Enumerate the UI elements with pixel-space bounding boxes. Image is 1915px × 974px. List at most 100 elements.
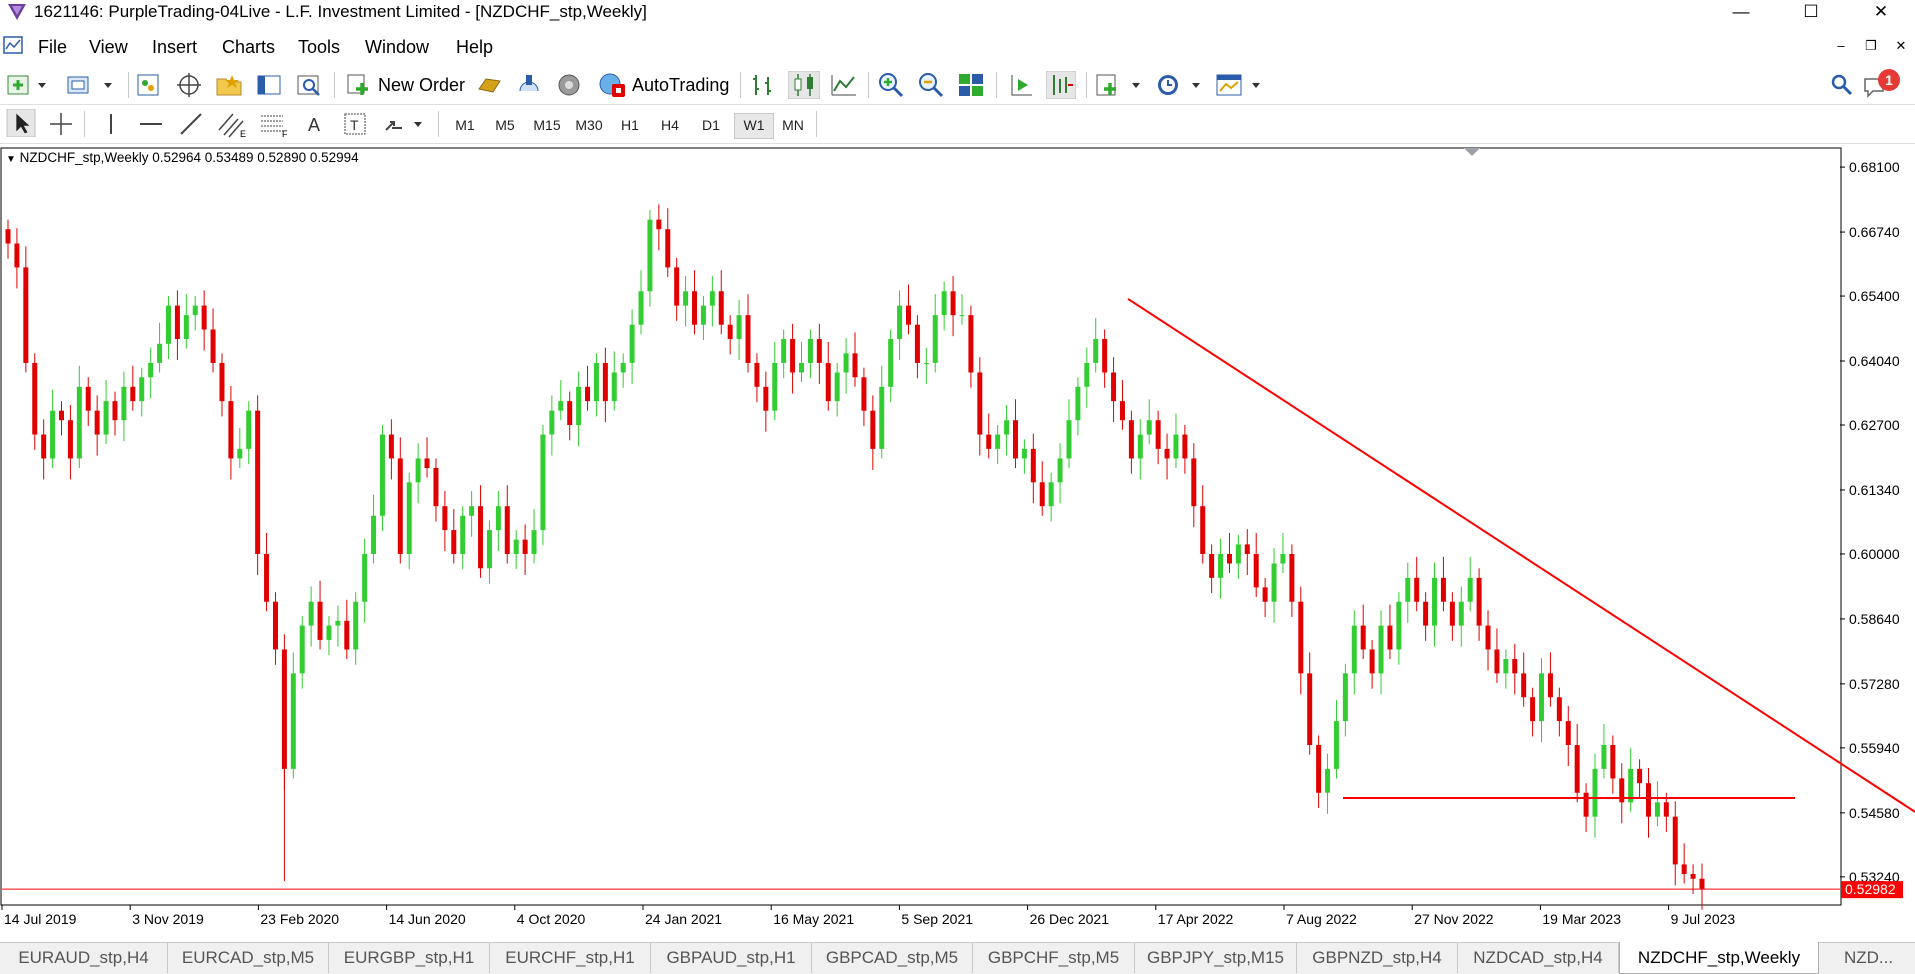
horizontal-line-icon[interactable] (136, 110, 166, 138)
candle-body (451, 530, 457, 554)
x-tick-label: 14 Jun 2020 (389, 911, 466, 927)
close-button[interactable]: ✕ (1858, 0, 1904, 24)
periods-clock-icon[interactable] (1154, 71, 1208, 99)
candle-body (433, 467, 439, 507)
text-tool-icon[interactable]: A (300, 110, 330, 138)
profiles-icon[interactable] (64, 71, 118, 99)
trendline-icon[interactable] (176, 110, 206, 138)
candle-body (709, 291, 715, 306)
crosshair-navigator-icon[interactable] (174, 71, 204, 99)
toolbar-separator (816, 111, 817, 137)
tab-gbpjpy-stp-m15[interactable]: GBPJPY_stp,M15 (1135, 943, 1297, 973)
price-chart[interactable]: 0.68100 0.66740 0.65400 0.64040 0.62700 0.613… (0, 146, 1915, 940)
candle-body (781, 339, 787, 363)
candle-body (950, 291, 956, 316)
timeframe-m30[interactable]: M30 (570, 113, 608, 137)
candle-body (986, 434, 992, 449)
new-order-button[interactable]: New Order (340, 69, 466, 101)
candle-body (549, 410, 555, 435)
zoom-in-icon[interactable] (876, 71, 906, 99)
vertical-line-icon[interactable] (96, 110, 126, 138)
bar-chart-icon[interactable] (748, 71, 780, 99)
chart-collapse-icon[interactable]: ▼ (6, 154, 16, 165)
tab-nzd[interactable]: NZD... (1819, 943, 1915, 973)
mdi-close-button[interactable]: ✕ (1890, 36, 1912, 56)
chart-window-icon[interactable] (3, 34, 23, 56)
candle-body (299, 625, 305, 674)
equidistant-channel-icon[interactable]: E (216, 110, 248, 138)
timeframe-h1[interactable]: H1 (611, 113, 649, 137)
favorites-folder-icon[interactable] (214, 71, 244, 99)
chart-shift-icon[interactable] (1006, 71, 1036, 99)
new-chart-icon[interactable] (6, 71, 50, 99)
search-icon[interactable] (1828, 71, 1856, 99)
y-tick-label: 0.62700 (1849, 417, 1900, 433)
timeframe-mn[interactable]: MN (774, 113, 812, 137)
tab-nzdchf-stp-weekly[interactable]: NZDCHF_stp,Weekly (1619, 942, 1819, 974)
notifications-button[interactable]: 1 (1862, 69, 1906, 101)
timeframe-m15[interactable]: M15 (528, 113, 566, 137)
candle-body (1200, 506, 1206, 554)
candle-body (1663, 802, 1669, 817)
arrows-icon[interactable] (380, 110, 428, 138)
fibonacci-icon[interactable]: F (258, 110, 290, 138)
mdi-minimize-button[interactable]: – (1830, 36, 1852, 56)
zoom-out-icon[interactable] (916, 71, 946, 99)
candle-body (14, 243, 20, 268)
signals-icon[interactable] (514, 71, 544, 99)
tab-euraud-stp-h4[interactable]: EURAUD_stp,H4 (0, 943, 168, 973)
tab-gbpaud-stp-h1[interactable]: GBPAUD_stp,H1 (651, 943, 812, 973)
candle-body (1485, 625, 1491, 650)
indicators-icon[interactable] (1094, 71, 1148, 99)
gold-bar-icon[interactable] (474, 71, 504, 99)
candle-body (790, 339, 796, 373)
autotrading-button[interactable]: AutoTrading (592, 69, 732, 101)
tab-nzdcad-stp-h4[interactable]: NZDCAD_stp,H4 (1458, 943, 1619, 973)
candle-body (112, 401, 118, 421)
market-watch-icon[interactable] (134, 71, 164, 99)
timeframe-m1[interactable]: M1 (446, 113, 484, 137)
menu-help[interactable]: Help (456, 36, 493, 58)
candle-body (888, 339, 894, 387)
timeframe-m5[interactable]: M5 (486, 113, 524, 137)
cursor-icon[interactable] (6, 109, 36, 137)
tab-eurchf-stp-h1[interactable]: EURCHF_stp,H1 (490, 943, 651, 973)
menu-charts[interactable]: Charts (222, 36, 275, 58)
auto-scroll-icon[interactable] (1046, 71, 1076, 99)
market-icon[interactable] (554, 71, 584, 99)
timeframe-w1[interactable]: W1 (734, 113, 774, 139)
candle-body (148, 362, 154, 378)
terminal-icon[interactable] (254, 71, 284, 99)
crosshair-icon[interactable] (46, 110, 76, 138)
candle-body (1119, 401, 1125, 421)
tab-eurgbp-stp-h1[interactable]: EURGBP_stp,H1 (329, 943, 490, 973)
candle-body (522, 539, 528, 554)
strategy-tester-icon[interactable] (294, 71, 324, 99)
text-label-icon[interactable]: T (340, 110, 370, 138)
minimize-button[interactable]: — (1718, 0, 1764, 24)
timeframe-d1[interactable]: D1 (692, 113, 730, 137)
menu-view[interactable]: View (89, 36, 128, 58)
line-chart-icon[interactable] (828, 71, 860, 99)
menu-insert[interactable]: Insert (152, 36, 197, 58)
maximize-button[interactable]: ☐ (1788, 0, 1834, 24)
chart-window[interactable]: 0.68100 0.66740 0.65400 0.64040 0.62700 0.613… (0, 146, 1915, 940)
candle-body (513, 539, 519, 554)
candle-body (442, 506, 448, 531)
tab-gbpchf-stp-m5[interactable]: GBPCHF_stp,M5 (973, 943, 1135, 973)
mdi-restore-button[interactable]: ❐ (1860, 36, 1882, 56)
timeframe-h4[interactable]: H4 (651, 113, 689, 137)
menu-window[interactable]: Window (365, 36, 429, 58)
templates-icon[interactable] (1214, 71, 1268, 99)
tab-gbpnzd-stp-h4[interactable]: GBPNZD_stp,H4 (1297, 943, 1458, 973)
candle-body (611, 372, 617, 402)
tab-eurcad-stp-m5[interactable]: EURCAD_stp,M5 (168, 943, 329, 973)
candlestick-chart-icon[interactable] (788, 71, 820, 99)
tab-gbpcad-stp-m5[interactable]: GBPCAD_stp,M5 (812, 943, 973, 973)
menu-file[interactable]: File (38, 36, 67, 58)
tile-windows-icon[interactable] (956, 71, 986, 99)
menu-tools[interactable]: Tools (298, 36, 340, 58)
candle-body (326, 625, 332, 640)
candle-body (807, 339, 813, 363)
candle-body (317, 601, 323, 640)
